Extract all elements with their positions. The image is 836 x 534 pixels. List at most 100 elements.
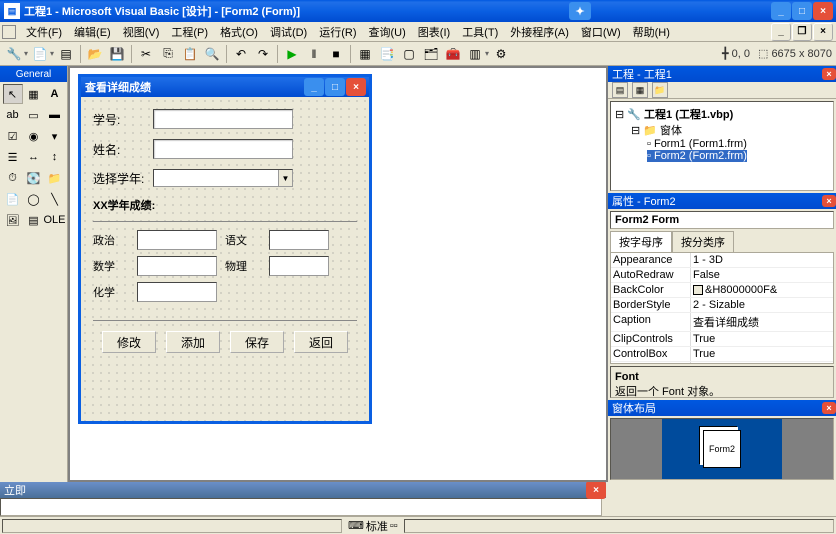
tab-alphabetic[interactable]: 按字母序	[610, 231, 672, 252]
menu-query[interactable]: 查询(U)	[363, 22, 412, 42]
politics-input[interactable]	[137, 230, 217, 250]
pointer-tool[interactable]: ↖	[3, 84, 23, 104]
project-close-button[interactable]: ×	[822, 68, 836, 80]
properties-button[interactable]: 📑	[377, 44, 397, 64]
property-row[interactable]: ClipControlsTrue	[611, 332, 833, 347]
cut-button[interactable]: ✂	[136, 44, 156, 64]
menu-editor-button[interactable]: ▤	[56, 44, 76, 64]
ole-tool[interactable]: OLE	[45, 210, 65, 230]
id-input[interactable]	[153, 109, 293, 129]
help-icon[interactable]: ✦	[569, 2, 591, 20]
open-button[interactable]: 📂	[85, 44, 105, 64]
minimize-button[interactable]: _	[771, 2, 791, 20]
form-minimize-button[interactable]: _	[304, 78, 324, 96]
shape-tool[interactable]: ◯	[24, 189, 44, 209]
property-row[interactable]: ControlBoxTrue	[611, 347, 833, 362]
close-button[interactable]: ×	[813, 2, 833, 20]
menu-run[interactable]: 运行(R)	[313, 22, 362, 42]
form-layout-panel[interactable]: Form2	[610, 418, 834, 480]
form-maximize-button[interactable]: □	[325, 78, 345, 96]
form2-window[interactable]: 查看详细成绩 _ □ × 学号: 姓名: 选择学年:▼ XX学年成绩: 政治	[78, 74, 372, 424]
forms-folder[interactable]: ⊟ 📁 窗体	[631, 122, 829, 138]
menu-format[interactable]: 格式(O)	[214, 22, 264, 42]
toggle-folders-button[interactable]: 📁	[652, 82, 668, 98]
data-tool[interactable]: ▤	[24, 210, 44, 230]
modify-button[interactable]: 修改	[102, 331, 156, 353]
paste-button[interactable]: 📋	[180, 44, 200, 64]
immediate-close-button[interactable]: ×	[586, 481, 606, 499]
undo-button[interactable]: ↶	[231, 44, 251, 64]
property-row[interactable]: BorderStyle2 - Sizable	[611, 298, 833, 313]
optionbutton-tool[interactable]: ◉	[24, 126, 44, 146]
redo-button[interactable]: ↷	[253, 44, 273, 64]
form1-node[interactable]: ▫ Form1 (Form1.frm)	[647, 138, 829, 150]
frame-tool[interactable]: ▭	[24, 105, 44, 125]
timer-tool[interactable]: ⏱	[3, 168, 23, 188]
project-root[interactable]: ⊟ 🔧 工程1 (工程1.vbp)	[615, 106, 829, 122]
hscrollbar-tool[interactable]: ↔	[24, 147, 44, 167]
toolbox-button[interactable]: 🧰	[443, 44, 463, 64]
checkbox-tool[interactable]: ☑	[3, 126, 23, 146]
properties-grid[interactable]: Appearance1 - 3DAutoRedrawFalseBackColor…	[610, 252, 834, 364]
pause-button[interactable]: ‖	[304, 44, 324, 64]
listbox-tool[interactable]: ☰	[3, 147, 23, 167]
menu-edit[interactable]: 编辑(E)	[68, 22, 117, 42]
filelistbox-tool[interactable]: 📄	[3, 189, 23, 209]
data-view-button[interactable]: ▥	[465, 44, 485, 64]
form-layout-button[interactable]: ▢	[399, 44, 419, 64]
menu-window[interactable]: 窗口(W)	[575, 22, 627, 42]
physics-input[interactable]	[269, 256, 329, 276]
textbox-tool[interactable]: ab	[3, 105, 23, 125]
menu-project[interactable]: 工程(P)	[165, 22, 214, 42]
mdi-restore-button[interactable]: ❐	[792, 23, 812, 41]
save-form-button[interactable]: 保存	[230, 331, 284, 353]
find-button[interactable]: 🔍	[202, 44, 222, 64]
chem-input[interactable]	[137, 282, 217, 302]
menu-addins[interactable]: 外接程序(A)	[504, 22, 575, 42]
property-row[interactable]: Caption查看详细成绩	[611, 313, 833, 332]
project-tree[interactable]: ⊟ 🔧 工程1 (工程1.vbp) ⊟ 📁 窗体 ▫ Form1 (Form1.…	[610, 101, 834, 191]
commandbutton-tool[interactable]: ▬	[45, 105, 65, 125]
mdi-minimize-button[interactable]: _	[771, 23, 791, 41]
project-explorer-button[interactable]: ▦	[355, 44, 375, 64]
back-button[interactable]: 返回	[294, 331, 348, 353]
run-button[interactable]: ▶	[282, 44, 302, 64]
object-browser-button[interactable]: 🗂	[421, 44, 441, 64]
picturebox-tool[interactable]: ▦	[24, 84, 44, 104]
component-button[interactable]: ⚙	[491, 44, 511, 64]
property-row[interactable]: Appearance1 - 3D	[611, 253, 833, 268]
view-object-button[interactable]: ▦	[632, 82, 648, 98]
combobox-tool[interactable]: ▾	[45, 126, 65, 146]
stop-button[interactable]: ■	[326, 44, 346, 64]
menu-help[interactable]: 帮助(H)	[627, 22, 676, 42]
immediate-window[interactable]	[0, 498, 602, 516]
mdi-close-button[interactable]: ×	[813, 23, 833, 41]
maximize-button[interactable]: □	[792, 2, 812, 20]
mdi-system-icon[interactable]	[2, 25, 16, 39]
line-tool[interactable]: ╲	[45, 189, 65, 209]
menu-diagram[interactable]: 图表(I)	[412, 22, 456, 42]
menu-debug[interactable]: 调试(D)	[264, 22, 313, 42]
chinese-input[interactable]	[269, 230, 329, 250]
save-button[interactable]: 💾	[107, 44, 127, 64]
object-selector[interactable]: Form2 Form	[610, 211, 834, 229]
property-row[interactable]: AutoRedrawFalse	[611, 268, 833, 283]
form-close-button[interactable]: ×	[346, 78, 366, 96]
tab-categorized[interactable]: 按分类序	[672, 231, 734, 252]
form2-node[interactable]: ▫ Form2 (Form2.frm)	[647, 150, 747, 162]
drivelistbox-tool[interactable]: 💽	[24, 168, 44, 188]
add-project-button[interactable]: 🔧	[4, 44, 24, 64]
menu-tools[interactable]: 工具(T)	[456, 22, 504, 42]
view-code-button[interactable]: ▤	[612, 82, 628, 98]
math-input[interactable]	[137, 256, 217, 276]
label-tool[interactable]: A	[45, 84, 65, 104]
property-row[interactable]: BackColor&H8000000F&	[611, 283, 833, 298]
name-input[interactable]	[153, 139, 293, 159]
form-designer-canvas[interactable]: 查看详细成绩 _ □ × 学号: 姓名: 选择学年:▼ XX学年成绩: 政治	[68, 66, 608, 482]
add-button[interactable]: 添加	[166, 331, 220, 353]
vscrollbar-tool[interactable]: ↕	[45, 147, 65, 167]
copy-button[interactable]: ⎘	[158, 44, 178, 64]
chevron-down-icon[interactable]: ▼	[278, 170, 292, 186]
add-form-button[interactable]: 📄	[30, 44, 50, 64]
year-select[interactable]: ▼	[153, 169, 293, 187]
